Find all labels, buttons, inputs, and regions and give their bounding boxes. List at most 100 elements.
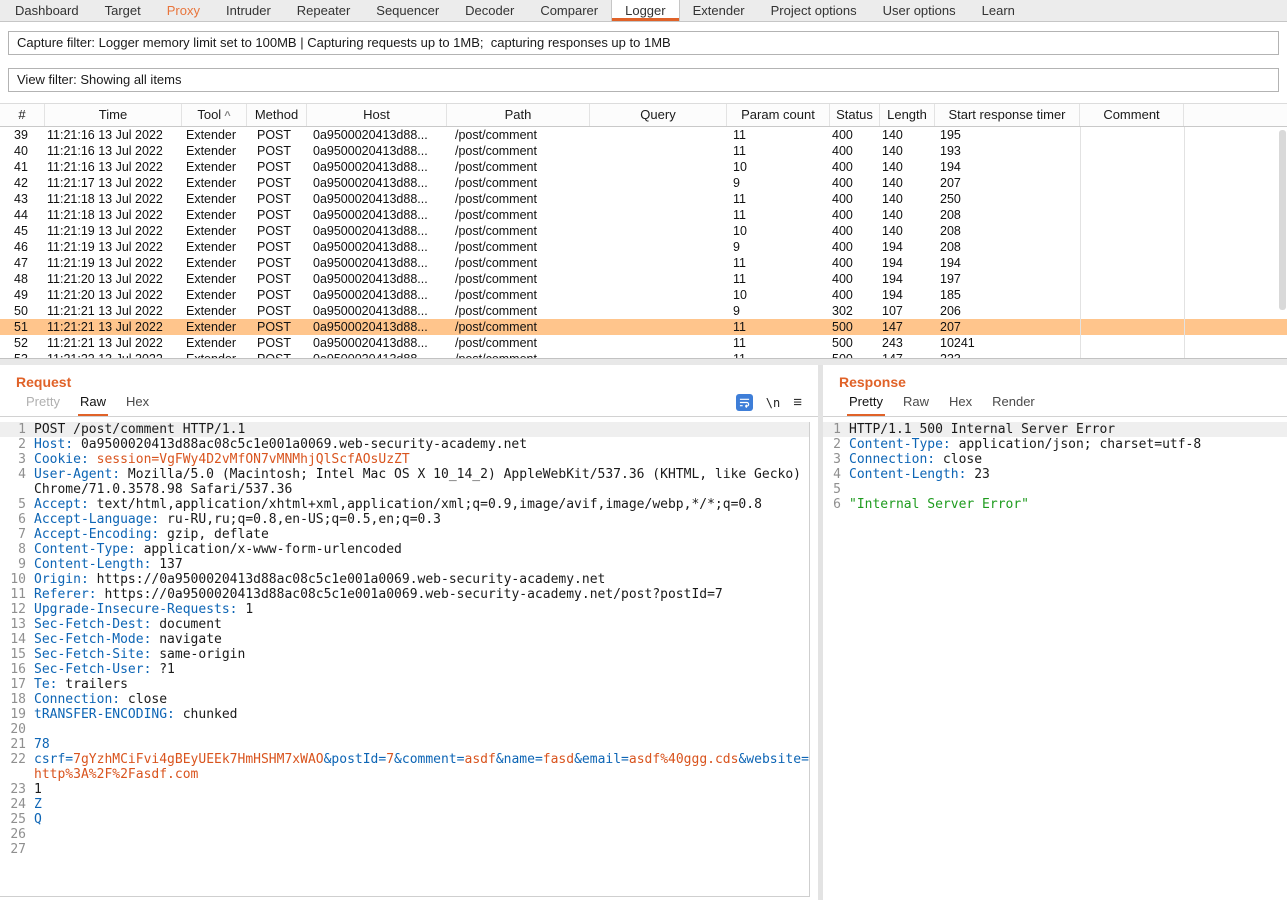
code-text: Connection: close xyxy=(34,692,809,707)
column-header-query[interactable]: Query xyxy=(590,104,727,126)
cell-tool: Extender xyxy=(182,207,247,223)
code-text xyxy=(849,482,1287,497)
table-scrollbar[interactable] xyxy=(1279,130,1286,310)
top-tab-target[interactable]: Target xyxy=(92,0,154,21)
column-header-host[interactable]: Host xyxy=(307,104,447,126)
line-number: 3 xyxy=(823,452,841,467)
top-tab-decoder[interactable]: Decoder xyxy=(452,0,527,21)
column-header-comment[interactable]: Comment xyxy=(1080,104,1184,126)
code-line: 4User-Agent: Mozilla/5.0 (Macintosh; Int… xyxy=(0,467,809,497)
table-row[interactable]: 4811:21:20 13 Jul 2022ExtenderPOST0a9500… xyxy=(0,271,1287,287)
cell-time: 11:21:17 13 Jul 2022 xyxy=(45,175,182,191)
cell-timer: 206 xyxy=(935,303,1080,319)
top-tab-proxy[interactable]: Proxy xyxy=(154,0,213,21)
cell-timer: 194 xyxy=(935,255,1080,271)
table-row[interactable]: 4911:21:20 13 Jul 2022ExtenderPOST0a9500… xyxy=(0,287,1287,303)
code-text xyxy=(34,722,809,737)
table-row[interactable]: 4311:21:18 13 Jul 2022ExtenderPOST0a9500… xyxy=(0,191,1287,207)
top-tab-learn[interactable]: Learn xyxy=(969,0,1028,21)
top-tab-project-options[interactable]: Project options xyxy=(758,0,870,21)
top-tab-user-options[interactable]: User options xyxy=(870,0,969,21)
code-text: Content-Length: 23 xyxy=(849,467,1287,482)
cell-status: 400 xyxy=(830,191,880,207)
table-row[interactable]: 5211:21:21 13 Jul 2022ExtenderPOST0a9500… xyxy=(0,335,1287,351)
table-row[interactable]: 4111:21:16 13 Jul 2022ExtenderPOST0a9500… xyxy=(0,159,1287,175)
top-tab-repeater[interactable]: Repeater xyxy=(284,0,363,21)
cell-params: 11 xyxy=(727,207,830,223)
table-row[interactable]: 4511:21:19 13 Jul 2022ExtenderPOST0a9500… xyxy=(0,223,1287,239)
response-tab-hex[interactable]: Hex xyxy=(939,394,982,416)
cell-path: /post/comment xyxy=(447,239,590,255)
cell-params: 9 xyxy=(727,239,830,255)
line-number: 9 xyxy=(0,557,26,572)
response-editor-content[interactable]: 1HTTP/1.1 500 Internal Server Error2Cont… xyxy=(823,422,1287,897)
cell-params: 11 xyxy=(727,351,830,358)
cell-method: POST xyxy=(247,159,307,175)
cell-host: 0a9500020413d88... xyxy=(307,319,447,335)
cell-path: /post/comment xyxy=(447,127,590,143)
column-header-method[interactable]: Method xyxy=(247,104,307,126)
column-header-tool[interactable]: Tool^ xyxy=(182,104,247,126)
column-header-length[interactable]: Length xyxy=(880,104,935,126)
code-line: 7Accept-Encoding: gzip, deflate xyxy=(0,527,809,542)
table-row[interactable]: 3911:21:16 13 Jul 2022ExtenderPOST0a9500… xyxy=(0,127,1287,143)
newline-toggle-icon[interactable]: \n xyxy=(766,396,780,410)
response-tab-pretty[interactable]: Pretty xyxy=(839,394,893,416)
table-row[interactable]: 5311:21:22 13 Jul 2022ExtenderPOST0a9500… xyxy=(0,351,1287,358)
table-row[interactable]: 4611:21:19 13 Jul 2022ExtenderPOST0a9500… xyxy=(0,239,1287,255)
top-tab-sequencer[interactable]: Sequencer xyxy=(363,0,452,21)
table-row[interactable]: 4411:21:18 13 Jul 2022ExtenderPOST0a9500… xyxy=(0,207,1287,223)
cell-tool: Extender xyxy=(182,271,247,287)
cell-host: 0a9500020413d88... xyxy=(307,335,447,351)
horizontal-splitter[interactable] xyxy=(0,358,1287,365)
top-tab-dashboard[interactable]: Dashboard xyxy=(2,0,92,21)
capture-filter-bar[interactable]: Capture filter: Logger memory limit set … xyxy=(8,31,1279,55)
cell-time: 11:21:16 13 Jul 2022 xyxy=(45,159,182,175)
request-tab-hex[interactable]: Hex xyxy=(116,394,159,416)
line-number: 5 xyxy=(823,482,841,497)
table-row[interactable]: 4211:21:17 13 Jul 2022ExtenderPOST0a9500… xyxy=(0,175,1287,191)
cell-host: 0a9500020413d88... xyxy=(307,271,447,287)
response-panel: Response PrettyRawHexRender 1HTTP/1.1 50… xyxy=(823,365,1287,900)
line-number: 6 xyxy=(823,497,841,512)
cell-comment xyxy=(1080,303,1184,319)
cell-params: 10 xyxy=(727,159,830,175)
top-tab-extender[interactable]: Extender xyxy=(680,0,758,21)
line-number: 1 xyxy=(0,422,26,437)
cell-query xyxy=(590,159,727,175)
soft-wrap-icon[interactable] xyxy=(736,394,753,411)
request-editor-content[interactable]: 1POST /post/comment HTTP/1.12Host: 0a950… xyxy=(0,422,810,897)
top-tab-intruder[interactable]: Intruder xyxy=(213,0,284,21)
request-tab-pretty[interactable]: Pretty xyxy=(16,394,70,416)
code-text: "Internal Server Error" xyxy=(849,497,1287,512)
table-row[interactable]: 5011:21:21 13 Jul 2022ExtenderPOST0a9500… xyxy=(0,303,1287,319)
view-filter-bar[interactable]: View filter: Showing all items xyxy=(8,68,1279,92)
cell-timer: 207 xyxy=(935,175,1080,191)
cell-path: /post/comment xyxy=(447,319,590,335)
request-tab-raw[interactable]: Raw xyxy=(70,394,116,416)
response-tab-raw[interactable]: Raw xyxy=(893,394,939,416)
cell-params: 10 xyxy=(727,223,830,239)
column-header-path[interactable]: Path xyxy=(447,104,590,126)
table-row[interactable]: 4711:21:19 13 Jul 2022ExtenderPOST0a9500… xyxy=(0,255,1287,271)
cell-num: 48 xyxy=(0,271,45,287)
response-tab-render[interactable]: Render xyxy=(982,394,1045,416)
cell-status: 302 xyxy=(830,303,880,319)
cell-length: 147 xyxy=(880,319,935,335)
top-tab-logger[interactable]: Logger xyxy=(611,0,679,21)
code-text: 1 xyxy=(34,782,809,797)
top-tab-comparer[interactable]: Comparer xyxy=(527,0,611,21)
column-header-start-response-timer[interactable]: Start response timer xyxy=(935,104,1080,126)
line-number: 4 xyxy=(0,467,26,497)
column-header--[interactable]: # xyxy=(0,104,45,126)
table-row[interactable]: 5111:21:21 13 Jul 2022ExtenderPOST0a9500… xyxy=(0,319,1287,335)
line-number: 19 xyxy=(0,707,26,722)
line-number: 25 xyxy=(0,812,26,827)
column-header-time[interactable]: Time xyxy=(45,104,182,126)
table-row[interactable]: 4011:21:16 13 Jul 2022ExtenderPOST0a9500… xyxy=(0,143,1287,159)
editor-menu-icon[interactable]: ≡ xyxy=(793,395,802,410)
column-header-param-count[interactable]: Param count xyxy=(727,104,830,126)
column-header-status[interactable]: Status xyxy=(830,104,880,126)
cell-params: 9 xyxy=(727,303,830,319)
cell-length: 147 xyxy=(880,351,935,358)
